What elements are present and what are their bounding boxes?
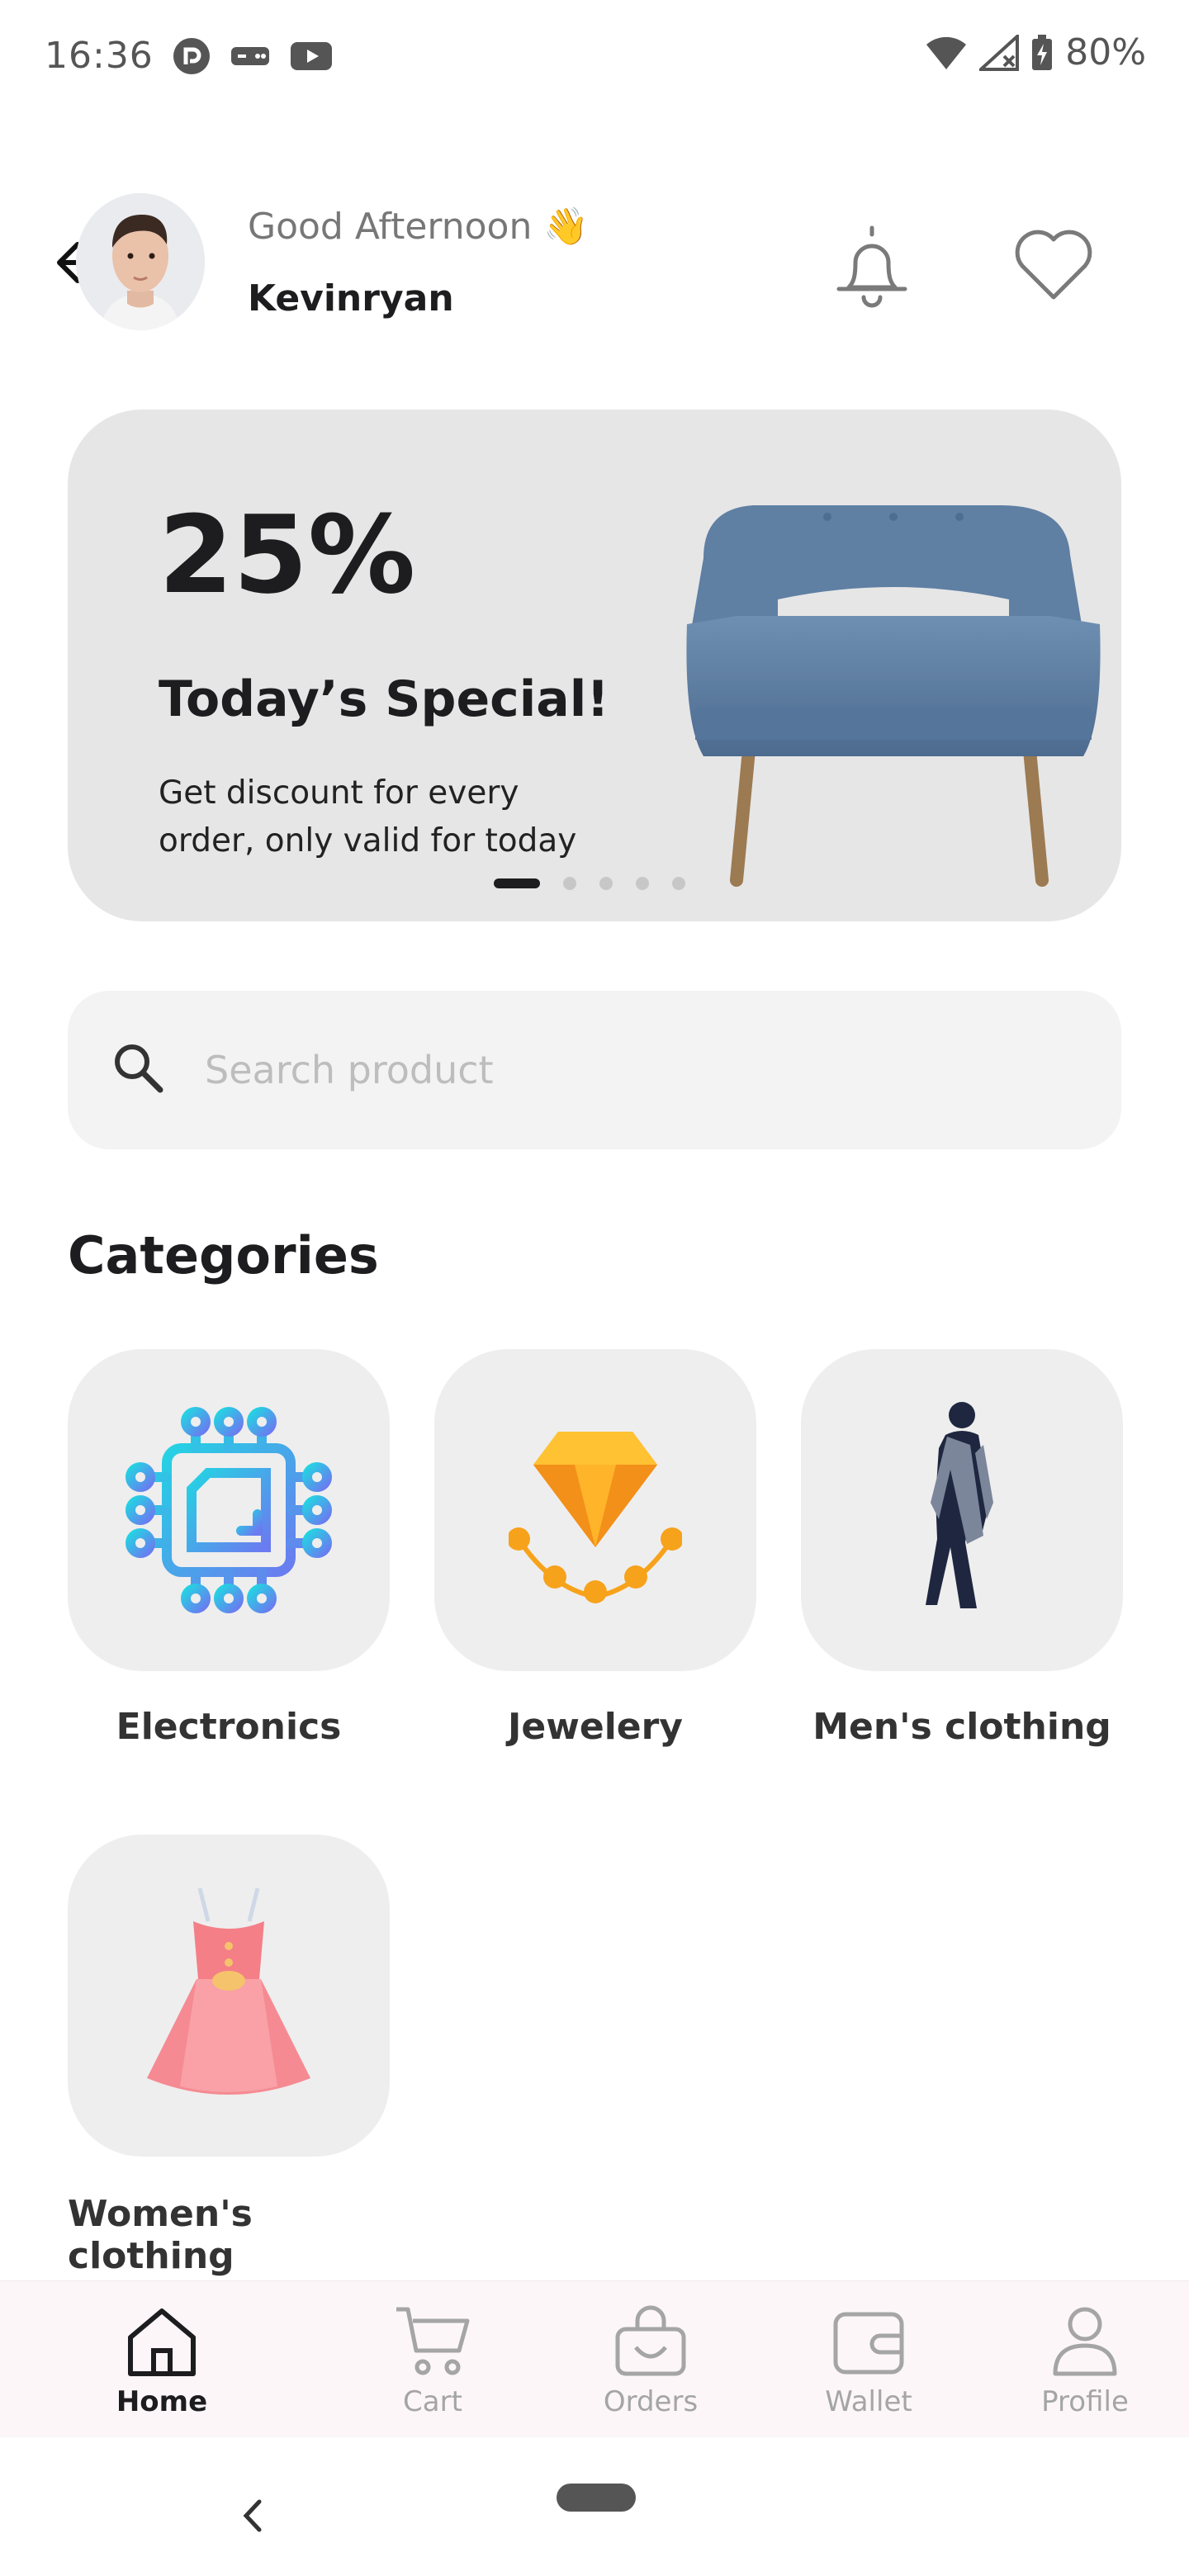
category-mens-clothing[interactable] — [801, 1349, 1123, 1671]
shopping-bag-icon — [615, 2305, 686, 2376]
dress-icon — [147, 1887, 310, 2095]
walking-man-icon — [926, 1402, 993, 1608]
carousel-dot[interactable] — [636, 877, 649, 890]
chevron-left-icon — [243, 2499, 262, 2532]
category-label: Men's clothing — [812, 1706, 1111, 1748]
carousel-indicator[interactable] — [494, 877, 685, 890]
pocket-casts-icon — [173, 38, 210, 74]
battery-charging-icon — [1032, 34, 1053, 70]
greeting-text: Good Afternoon 👋 — [248, 206, 590, 248]
search-bar[interactable] — [68, 991, 1121, 1149]
category-tile[interactable] — [801, 1349, 1123, 1671]
nav-label-wallet: Wallet — [825, 2385, 912, 2418]
category-tile[interactable] — [68, 1835, 390, 2157]
category-label: Women's clothing — [68, 2193, 253, 2277]
no-signal-icon — [979, 34, 1020, 71]
battery-percent: 80% — [1065, 31, 1146, 73]
carousel-dot[interactable] — [563, 877, 576, 890]
category-label: Electronics — [116, 1706, 342, 1748]
category-tile[interactable] — [434, 1349, 756, 1671]
armchair-image — [686, 505, 1101, 887]
category-tile[interactable] — [68, 1349, 390, 1671]
bottom-navigation: Home Cart Orders Wallet Profile — [0, 2280, 1189, 2437]
username: Kevinryan — [248, 277, 454, 320]
wifi-icon — [926, 36, 967, 69]
category-womens-clothing[interactable] — [68, 1835, 390, 2157]
nav-cart[interactable]: Cart — [350, 2281, 515, 2438]
nav-profile[interactable]: Profile — [1002, 2281, 1168, 2438]
nav-label-home: Home — [116, 2385, 208, 2418]
discount-percent: 25% — [159, 492, 416, 618]
notifications-button[interactable] — [834, 223, 910, 309]
wishlist-button[interactable] — [1012, 228, 1095, 302]
category-jewelery[interactable] — [434, 1349, 756, 1671]
nav-label-profile: Profile — [1041, 2385, 1129, 2418]
banner-description: Get discount for every order, only valid… — [159, 774, 577, 859]
status-right: 80% — [925, 31, 1146, 73]
heart-icon — [1015, 230, 1092, 300]
nav-home[interactable]: Home — [79, 2281, 244, 2438]
status-time: 16:36 — [45, 35, 154, 77]
wallet-icon — [833, 2312, 904, 2375]
status-left-icons — [172, 36, 334, 76]
category-electronics[interactable] — [68, 1349, 390, 1671]
diamond-necklace-icon — [509, 1432, 682, 1603]
nav-label-orders: Orders — [603, 2385, 699, 2418]
home-icon — [128, 2308, 196, 2376]
carousel-dot[interactable] — [599, 877, 613, 890]
carousel-dot[interactable] — [672, 877, 685, 890]
user-photo — [76, 193, 205, 330]
cart-icon — [396, 2307, 470, 2375]
microchip-icon — [126, 1407, 332, 1613]
nav-wallet[interactable]: Wallet — [786, 2281, 951, 2438]
promo-banner[interactable]: 25% Today’s Special! Get discount for ev… — [68, 410, 1121, 921]
categories-heading: Categories — [68, 1225, 379, 1286]
search-icon — [115, 1044, 163, 1093]
carousel-dot-active[interactable] — [494, 878, 540, 888]
person-icon — [1053, 2307, 1117, 2376]
nav-orders[interactable]: Orders — [568, 2281, 733, 2438]
bell-icon — [836, 225, 907, 308]
gamepad-icon — [231, 47, 269, 65]
nav-label-cart: Cart — [403, 2385, 462, 2418]
youtube-icon — [291, 42, 332, 70]
search-input[interactable] — [205, 1037, 1080, 1103]
avatar[interactable] — [76, 193, 205, 330]
system-home-pill[interactable] — [557, 2484, 636, 2512]
category-label: Jewelery — [507, 1706, 683, 1748]
system-back-button[interactable] — [236, 2495, 269, 2536]
banner-title: Today’s Special! — [159, 670, 609, 728]
